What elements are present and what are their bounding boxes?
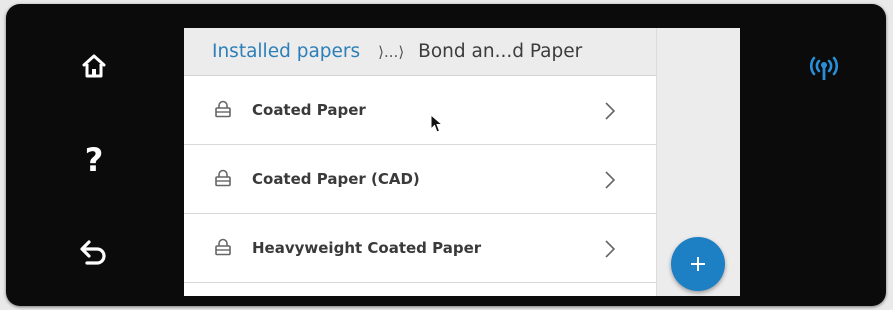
paper-item-partial[interactable] <box>184 283 656 296</box>
lock-icon <box>215 100 231 118</box>
breadcrumb: Installed papers ⟩...⟩ Bond an...d Paper <box>184 28 656 76</box>
home-button[interactable] <box>72 44 116 88</box>
lock-icon <box>215 238 231 256</box>
printer-control-panel: ? Installed papers ⟩...⟩ Bond an...d Pap… <box>6 4 886 306</box>
paper-item-label: Coated Paper <box>252 101 366 119</box>
mouse-cursor-icon <box>430 114 444 133</box>
breadcrumb-ellipsis[interactable]: ⟩...⟩ <box>378 43 404 61</box>
wireless-icon <box>809 56 839 80</box>
wireless-status[interactable] <box>800 46 848 86</box>
help-icon: ? <box>84 141 104 179</box>
paper-item-heavyweight-coated-paper[interactable]: Heavyweight Coated Paper <box>184 214 656 283</box>
paper-item-label: Heavyweight Coated Paper <box>252 239 482 257</box>
paper-item-coated-paper-cad[interactable]: Coated Paper (CAD) <box>184 145 656 214</box>
paper-item-label: Coated Paper (CAD) <box>252 170 420 188</box>
back-arrow-icon <box>80 240 106 265</box>
breadcrumb-current: Bond an...d Paper <box>418 41 583 62</box>
paper-list-panel: Installed papers ⟩...⟩ Bond an...d Paper… <box>184 28 656 296</box>
add-paper-button[interactable] <box>671 237 725 291</box>
chevron-right-icon <box>605 102 616 120</box>
lock-icon <box>215 169 231 187</box>
touch-screen: Installed papers ⟩...⟩ Bond an...d Paper… <box>184 28 740 296</box>
home-icon <box>82 54 106 78</box>
chevron-right-icon <box>605 171 616 189</box>
chevron-right-icon <box>605 240 616 258</box>
back-button[interactable] <box>72 230 116 274</box>
breadcrumb-root[interactable]: Installed papers <box>212 41 360 62</box>
help-button[interactable]: ? <box>72 138 116 182</box>
paper-item-coated-paper[interactable]: Coated Paper <box>184 76 656 145</box>
plus-icon <box>691 257 705 271</box>
